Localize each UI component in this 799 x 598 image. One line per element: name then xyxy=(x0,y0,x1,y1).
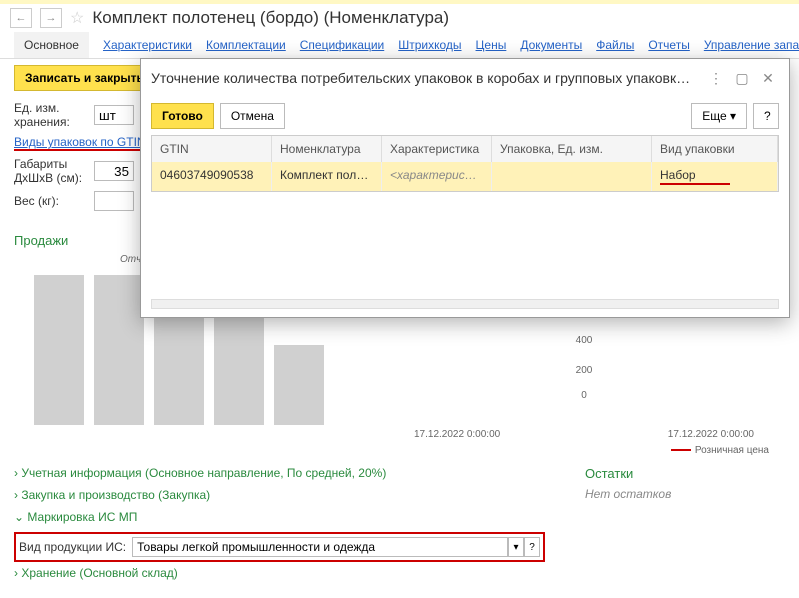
chart-legend: Розничная цена xyxy=(0,445,799,456)
group-marking[interactable]: Маркировка ИС МП xyxy=(14,510,545,524)
tabs-bar: Основное Характеристики Комплектации Спе… xyxy=(0,32,799,59)
dialog-scrollbar[interactable] xyxy=(151,299,779,309)
dialog-restore-icon[interactable]: ▢ xyxy=(731,67,753,89)
packaging-dialog: Уточнение количества потребительских упа… xyxy=(140,58,790,318)
cell-type: Набор xyxy=(652,162,778,191)
unit-label: Ед. изм. хранения: xyxy=(14,101,94,129)
dims-label: Габариты ДхШхВ (см): xyxy=(14,157,94,185)
marking-select[interactable] xyxy=(132,537,508,557)
col-nom[interactable]: Номенклатура xyxy=(272,136,382,162)
tab-prices[interactable]: Цены xyxy=(476,32,507,58)
close-icon[interactable]: ✕ xyxy=(757,67,779,89)
cell-gtin: 04603749090538 xyxy=(152,162,272,191)
bar xyxy=(94,275,144,425)
more-button[interactable]: Еще ▾ xyxy=(691,103,747,129)
tab-files[interactable]: Файлы xyxy=(596,32,634,58)
help-button[interactable]: ? xyxy=(753,103,779,129)
tab-specs[interactable]: Спецификации xyxy=(300,32,384,58)
weight-input[interactable] xyxy=(94,191,134,211)
bar xyxy=(34,275,84,425)
favorite-icon[interactable]: ☆ xyxy=(70,8,84,28)
weight-label: Вес (кг): xyxy=(14,194,94,208)
marking-dropdown-button[interactable]: ▾ xyxy=(508,537,524,557)
col-char[interactable]: Характеристика xyxy=(382,136,492,162)
bar xyxy=(274,345,324,425)
col-pack[interactable]: Упаковка, Ед. изм. xyxy=(492,136,652,162)
group-storage[interactable]: Хранение (Основной склад) xyxy=(14,566,545,580)
table-row[interactable]: 04603749090538 Комплект полотен… <характ… xyxy=(152,162,778,191)
tab-sets[interactable]: Комплектации xyxy=(206,32,286,58)
marking-field-box: Вид продукции ИС: ▾ ? xyxy=(14,532,545,562)
unit-input[interactable] xyxy=(94,105,134,125)
marking-label: Вид продукции ИС: xyxy=(19,540,126,554)
cell-pack xyxy=(492,162,652,191)
tab-stock[interactable]: Управление запасами xyxy=(704,32,799,58)
marking-help-button[interactable]: ? xyxy=(524,537,540,557)
cell-nom: Комплект полотен… xyxy=(272,162,382,191)
nav-back-button[interactable]: ← xyxy=(10,8,32,28)
page-title: Комплект полотенец (бордо) (Номенклатура… xyxy=(92,8,449,28)
tab-barcodes[interactable]: Штрихкоды xyxy=(398,32,461,58)
ready-button[interactable]: Готово xyxy=(151,103,214,129)
group-purchase[interactable]: Закупка и производство (Закупка) xyxy=(14,488,545,502)
gtin-packaging-link[interactable]: Виды упаковок по GTIN xyxy=(14,135,146,151)
tab-main[interactable]: Основное xyxy=(14,32,89,58)
group-accounting[interactable]: Учетная информация (Основное направление… xyxy=(14,466,545,480)
stock-title: Остатки xyxy=(585,466,785,481)
tab-reports[interactable]: Отчеты xyxy=(648,32,689,58)
nav-forward-button[interactable]: → xyxy=(40,8,62,28)
tab-documents[interactable]: Документы xyxy=(520,32,582,58)
cancel-button[interactable]: Отмена xyxy=(220,103,285,129)
dims-input[interactable] xyxy=(94,161,134,181)
tab-characteristics[interactable]: Характеристики xyxy=(103,32,192,58)
col-type[interactable]: Вид упаковки xyxy=(652,136,778,162)
cell-char: <характеристики … xyxy=(382,162,492,191)
dialog-menu-icon[interactable]: ⋮ xyxy=(705,67,727,89)
packaging-table: GTIN Номенклатура Характеристика Упаковк… xyxy=(151,135,779,192)
col-gtin[interactable]: GTIN xyxy=(152,136,272,162)
dialog-title: Уточнение количества потребительских упа… xyxy=(151,70,701,86)
stock-empty: Нет остатков xyxy=(585,487,785,501)
